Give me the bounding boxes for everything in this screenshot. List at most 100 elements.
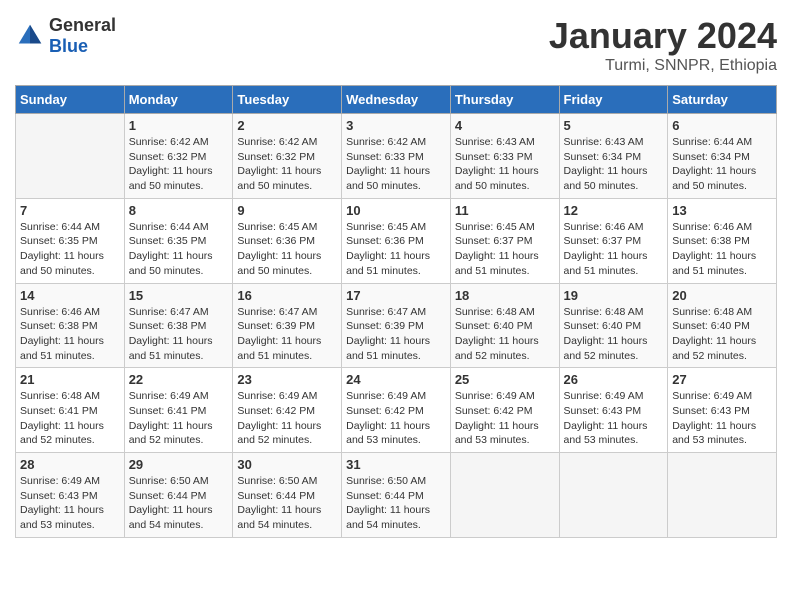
day-cell	[559, 453, 668, 538]
day-info: Sunrise: 6:42 AM Sunset: 6:33 PM Dayligh…	[346, 135, 446, 194]
week-row-4: 21 Sunrise: 6:48 AM Sunset: 6:41 PM Dayli…	[16, 368, 777, 453]
logo: General Blue	[15, 15, 116, 57]
day-cell: 5Sunrise: 6:43 AM Sunset: 6:34 PM Daylig…	[559, 114, 668, 199]
day-cell: 4Sunrise: 6:43 AM Sunset: 6:33 PM Daylig…	[450, 114, 559, 199]
day-info: Sunrise: 6:49 AM Sunset: 6:43 PM Dayligh…	[672, 389, 772, 448]
col-header-saturday: Saturday	[668, 86, 777, 114]
week-row-3: 14Sunrise: 6:46 AM Sunset: 6:38 PM Dayli…	[16, 283, 777, 368]
day-info: Sunrise: 6:46 AM Sunset: 6:38 PM Dayligh…	[672, 220, 772, 279]
day-info: Sunrise: 6:45 AM Sunset: 6:36 PM Dayligh…	[237, 220, 337, 279]
day-cell: 19 Sunrise: 6:48 AM Sunset: 6:40 PM Dayli…	[559, 283, 668, 368]
col-header-friday: Friday	[559, 86, 668, 114]
day-info: Sunrise: 6:49 AM Sunset: 6:43 PM Dayligh…	[20, 474, 120, 533]
day-info: Sunrise: 6:49 AM Sunset: 6:41 PM Dayligh…	[129, 389, 229, 448]
week-row-1: 1 Sunrise: 6:42 AM Sunset: 6:32 PM Daylig…	[16, 114, 777, 199]
day-number: 13	[672, 203, 772, 218]
day-info: Sunrise: 6:45 AM Sunset: 6:37 PM Dayligh…	[455, 220, 555, 279]
day-number: 17	[346, 288, 446, 303]
day-cell: 2 Sunrise: 6:42 AM Sunset: 6:32 PM Daylig…	[233, 114, 342, 199]
day-cell: 25 Sunrise: 6:49 AM Sunset: 6:42 PM Dayli…	[450, 368, 559, 453]
day-cell: 1 Sunrise: 6:42 AM Sunset: 6:32 PM Daylig…	[124, 114, 233, 199]
day-info: Sunrise: 6:44 AM Sunset: 6:35 PM Dayligh…	[20, 220, 120, 279]
day-number: 30	[237, 457, 337, 472]
day-number: 12	[564, 203, 664, 218]
day-cell	[668, 453, 777, 538]
day-cell: 28 Sunrise: 6:49 AM Sunset: 6:43 PM Dayli…	[16, 453, 125, 538]
day-cell: 16Sunrise: 6:47 AM Sunset: 6:39 PM Dayli…	[233, 283, 342, 368]
day-cell: 31 Sunrise: 6:50 AM Sunset: 6:44 PM Dayli…	[342, 453, 451, 538]
day-number: 25	[455, 372, 555, 387]
calendar-table: SundayMondayTuesdayWednesdayThursdayFrid…	[15, 85, 777, 538]
day-cell: 8Sunrise: 6:44 AM Sunset: 6:35 PM Daylig…	[124, 198, 233, 283]
col-header-sunday: Sunday	[16, 86, 125, 114]
day-info: Sunrise: 6:50 AM Sunset: 6:44 PM Dayligh…	[346, 474, 446, 533]
day-number: 4	[455, 118, 555, 133]
day-number: 1	[129, 118, 229, 133]
day-number: 23	[237, 372, 337, 387]
page-header: General Blue January 2024 Turmi, SNNPR, …	[15, 15, 777, 75]
day-info: Sunrise: 6:50 AM Sunset: 6:44 PM Dayligh…	[237, 474, 337, 533]
day-info: Sunrise: 6:44 AM Sunset: 6:35 PM Dayligh…	[129, 220, 229, 279]
title-block: January 2024 Turmi, SNNPR, Ethiopia	[549, 15, 777, 75]
day-cell: 17 Sunrise: 6:47 AM Sunset: 6:39 PM Dayli…	[342, 283, 451, 368]
day-cell: 15Sunrise: 6:47 AM Sunset: 6:38 PM Dayli…	[124, 283, 233, 368]
day-cell: 23 Sunrise: 6:49 AM Sunset: 6:42 PM Dayli…	[233, 368, 342, 453]
day-info: Sunrise: 6:48 AM Sunset: 6:40 PM Dayligh…	[455, 305, 555, 364]
day-number: 22	[129, 372, 229, 387]
day-cell: 3 Sunrise: 6:42 AM Sunset: 6:33 PM Daylig…	[342, 114, 451, 199]
day-number: 24	[346, 372, 446, 387]
day-cell: 14Sunrise: 6:46 AM Sunset: 6:38 PM Dayli…	[16, 283, 125, 368]
col-header-thursday: Thursday	[450, 86, 559, 114]
day-number: 20	[672, 288, 772, 303]
day-number: 14	[20, 288, 120, 303]
logo-blue: Blue	[49, 36, 88, 56]
day-cell: 21 Sunrise: 6:48 AM Sunset: 6:41 PM Dayli…	[16, 368, 125, 453]
day-number: 9	[237, 203, 337, 218]
day-info: Sunrise: 6:48 AM Sunset: 6:40 PM Dayligh…	[564, 305, 664, 364]
day-cell: 7Sunrise: 6:44 AM Sunset: 6:35 PM Daylig…	[16, 198, 125, 283]
day-cell: 13 Sunrise: 6:46 AM Sunset: 6:38 PM Dayli…	[668, 198, 777, 283]
day-cell: 29 Sunrise: 6:50 AM Sunset: 6:44 PM Dayli…	[124, 453, 233, 538]
day-info: Sunrise: 6:49 AM Sunset: 6:42 PM Dayligh…	[455, 389, 555, 448]
day-number: 2	[237, 118, 337, 133]
day-info: Sunrise: 6:47 AM Sunset: 6:39 PM Dayligh…	[346, 305, 446, 364]
day-info: Sunrise: 6:45 AM Sunset: 6:36 PM Dayligh…	[346, 220, 446, 279]
day-info: Sunrise: 6:47 AM Sunset: 6:38 PM Dayligh…	[129, 305, 229, 364]
day-number: 5	[564, 118, 664, 133]
day-cell: 30 Sunrise: 6:50 AM Sunset: 6:44 PM Dayli…	[233, 453, 342, 538]
day-number: 28	[20, 457, 120, 472]
logo-icon	[15, 21, 45, 51]
col-header-wednesday: Wednesday	[342, 86, 451, 114]
logo-general: General	[49, 15, 116, 35]
day-info: Sunrise: 6:42 AM Sunset: 6:32 PM Dayligh…	[129, 135, 229, 194]
subtitle: Turmi, SNNPR, Ethiopia	[549, 57, 777, 75]
week-row-2: 7Sunrise: 6:44 AM Sunset: 6:35 PM Daylig…	[16, 198, 777, 283]
day-info: Sunrise: 6:42 AM Sunset: 6:32 PM Dayligh…	[237, 135, 337, 194]
day-number: 26	[564, 372, 664, 387]
day-number: 31	[346, 457, 446, 472]
day-cell	[450, 453, 559, 538]
day-number: 11	[455, 203, 555, 218]
day-number: 19	[564, 288, 664, 303]
header-row: SundayMondayTuesdayWednesdayThursdayFrid…	[16, 86, 777, 114]
day-cell: 24Sunrise: 6:49 AM Sunset: 6:42 PM Dayli…	[342, 368, 451, 453]
day-cell: 11 Sunrise: 6:45 AM Sunset: 6:37 PM Dayli…	[450, 198, 559, 283]
day-info: Sunrise: 6:47 AM Sunset: 6:39 PM Dayligh…	[237, 305, 337, 364]
day-cell: 6 Sunrise: 6:44 AM Sunset: 6:34 PM Daylig…	[668, 114, 777, 199]
day-info: Sunrise: 6:46 AM Sunset: 6:37 PM Dayligh…	[564, 220, 664, 279]
day-info: Sunrise: 6:44 AM Sunset: 6:34 PM Dayligh…	[672, 135, 772, 194]
day-number: 3	[346, 118, 446, 133]
day-info: Sunrise: 6:50 AM Sunset: 6:44 PM Dayligh…	[129, 474, 229, 533]
day-info: Sunrise: 6:48 AM Sunset: 6:41 PM Dayligh…	[20, 389, 120, 448]
day-number: 10	[346, 203, 446, 218]
day-number: 29	[129, 457, 229, 472]
day-info: Sunrise: 6:49 AM Sunset: 6:42 PM Dayligh…	[237, 389, 337, 448]
day-number: 21	[20, 372, 120, 387]
main-title: January 2024	[549, 15, 777, 57]
day-number: 6	[672, 118, 772, 133]
day-number: 18	[455, 288, 555, 303]
day-cell: 10 Sunrise: 6:45 AM Sunset: 6:36 PM Dayli…	[342, 198, 451, 283]
day-cell: 12 Sunrise: 6:46 AM Sunset: 6:37 PM Dayli…	[559, 198, 668, 283]
day-cell: 9 Sunrise: 6:45 AM Sunset: 6:36 PM Daylig…	[233, 198, 342, 283]
week-row-5: 28 Sunrise: 6:49 AM Sunset: 6:43 PM Dayli…	[16, 453, 777, 538]
